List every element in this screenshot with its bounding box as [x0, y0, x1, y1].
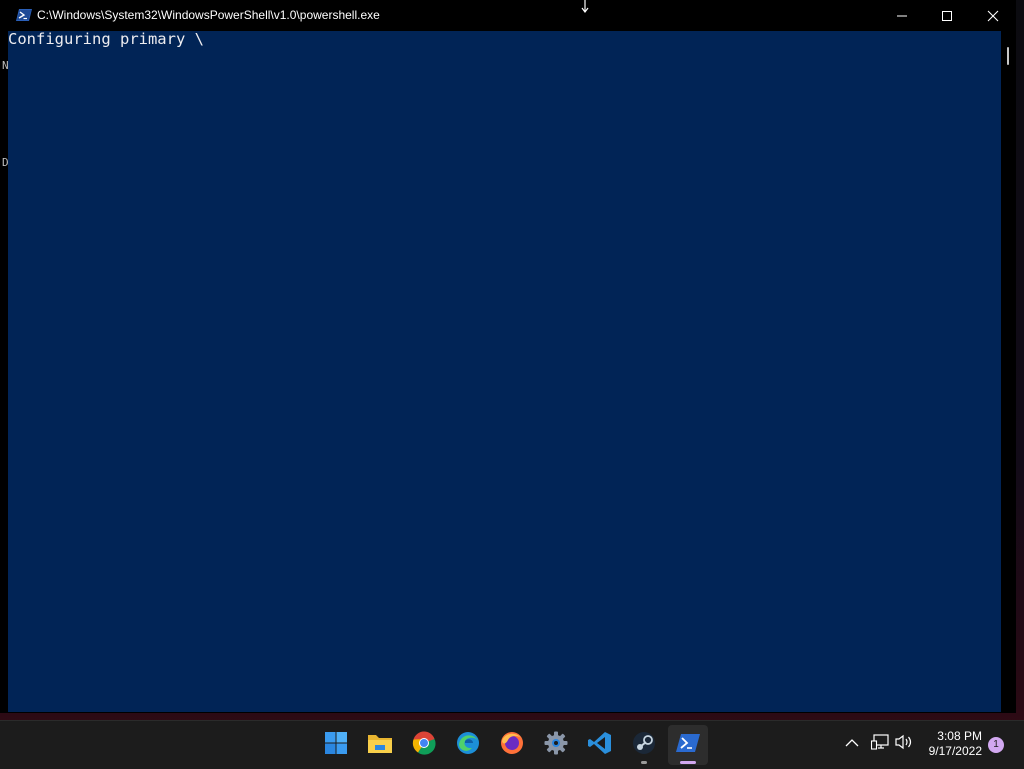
title-bar[interactable]: C:\Windows\System32\WindowsPowerShell\v1… — [0, 0, 1016, 31]
volume-icon — [895, 734, 913, 755]
powershell-icon — [16, 8, 32, 22]
close-icon — [987, 10, 999, 22]
window-title: C:\Windows\System32\WindowsPowerShell\v1… — [37, 8, 380, 22]
gear-icon — [544, 731, 568, 760]
chrome-button[interactable] — [404, 725, 444, 765]
maximize-icon — [941, 10, 953, 22]
file-explorer-button[interactable] — [360, 725, 400, 765]
left-edge-strip: N D — [0, 31, 8, 712]
active-indicator — [680, 761, 696, 764]
minimize-icon — [896, 10, 908, 22]
steam-button[interactable] — [624, 725, 664, 765]
console-area[interactable]: Configuring primary \ — [8, 31, 1001, 712]
chevron-up-icon — [845, 735, 859, 753]
vscode-button[interactable] — [580, 725, 620, 765]
minimize-button[interactable] — [879, 0, 925, 31]
running-indicator — [641, 761, 647, 764]
folder-icon — [367, 732, 393, 759]
network-button[interactable] — [870, 733, 890, 755]
show-hidden-icons-button[interactable] — [842, 734, 862, 754]
chrome-icon — [412, 731, 436, 760]
firefox-button[interactable] — [492, 725, 532, 765]
console-output-line: Configuring primary \ — [8, 30, 204, 48]
volume-button[interactable] — [894, 734, 914, 754]
edge-icon — [456, 731, 480, 760]
steam-icon — [632, 731, 656, 760]
desktop: C:\Windows\System32\WindowsPowerShell\v1… — [0, 0, 1024, 769]
clock-date: 9/17/2022 — [928, 744, 982, 758]
firefox-icon — [500, 731, 524, 760]
powershell-window[interactable]: C:\Windows\System32\WindowsPowerShell\v1… — [0, 0, 1016, 713]
edge-button[interactable] — [448, 725, 488, 765]
taskbar: 3:08 PM 9/17/2022 1 — [0, 720, 1024, 769]
maximize-button[interactable] — [924, 0, 970, 31]
network-icon — [870, 733, 889, 755]
close-button[interactable] — [970, 0, 1016, 31]
clock[interactable]: 3:08 PM 9/17/2022 — [918, 729, 982, 759]
start-button[interactable] — [316, 725, 356, 765]
clock-time: 3:08 PM — [937, 729, 982, 743]
notification-badge[interactable]: 1 — [988, 737, 1004, 753]
vscode-icon — [588, 731, 612, 760]
powershell-icon — [676, 733, 700, 758]
scrollbar-thumb[interactable] — [1007, 47, 1009, 65]
settings-button[interactable] — [536, 725, 576, 765]
vertical-scrollbar[interactable] — [1001, 31, 1016, 712]
windows-logo-icon — [324, 731, 348, 760]
powershell-taskbar-button[interactable] — [668, 725, 708, 765]
resize-cursor-icon — [580, 0, 590, 14]
